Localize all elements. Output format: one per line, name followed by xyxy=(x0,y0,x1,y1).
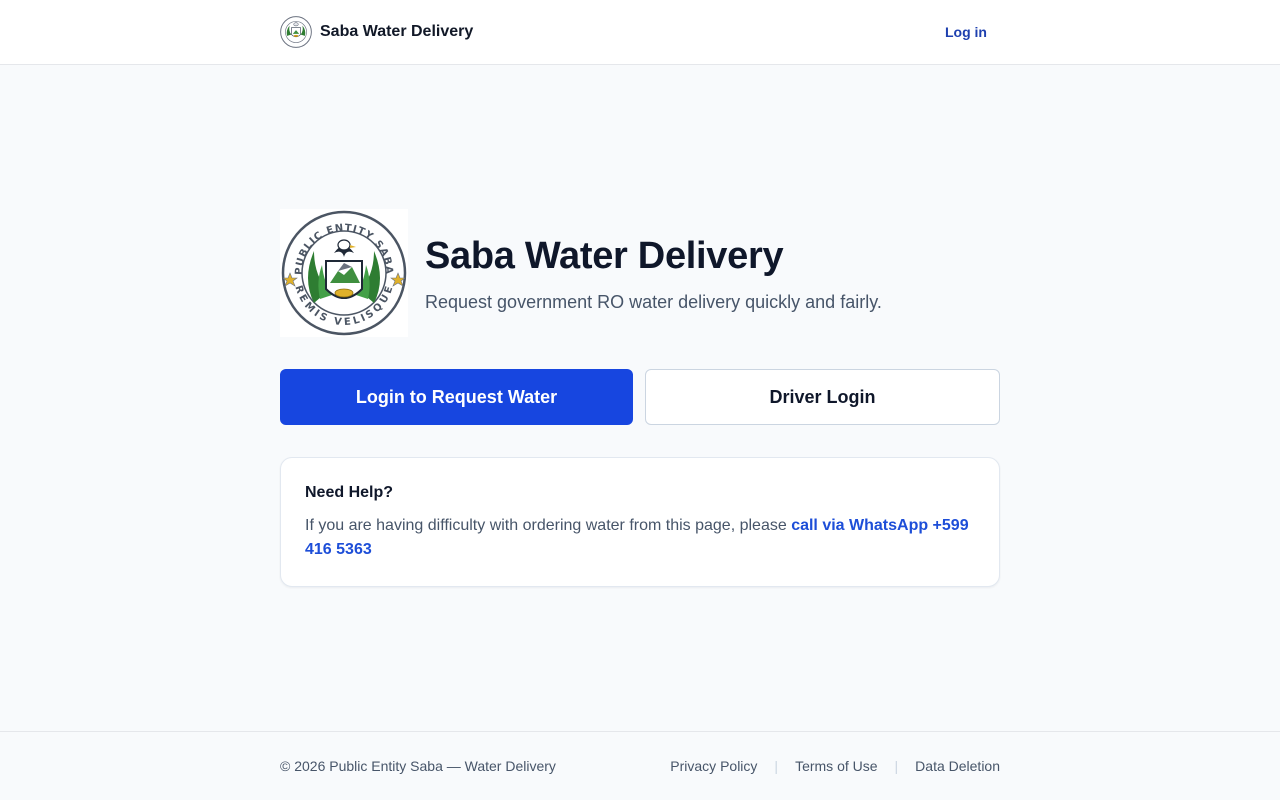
brand-name: Saba Water Delivery xyxy=(320,23,474,40)
saba-seal-logo-icon xyxy=(280,16,312,48)
footer-links: Privacy Policy | Terms of Use | Data Del… xyxy=(670,758,1000,774)
brand[interactable]: Saba Water Delivery xyxy=(280,16,473,48)
footer: © 2026 Public Entity Saba — Water Delive… xyxy=(0,731,1280,800)
hero-text: Saba Water Delivery Request government R… xyxy=(425,234,882,313)
privacy-policy-link[interactable]: Privacy Policy xyxy=(670,758,757,774)
footer-separator: | xyxy=(894,758,899,774)
data-deletion-link[interactable]: Data Deletion xyxy=(915,758,1000,774)
help-body-text: If you are having difficulty with orderi… xyxy=(305,517,792,534)
header-login-link[interactable]: Log in xyxy=(945,24,987,40)
copyright-text: © 2026 Public Entity Saba — Water Delive… xyxy=(280,758,556,774)
footer-separator: | xyxy=(774,758,779,774)
help-title: Need Help? xyxy=(305,484,394,501)
saba-seal-emblem-icon: PUBLIC ENTITY SABA REMIS VELISQUE xyxy=(280,209,408,337)
top-navigation-bar: Saba Water Delivery Log in xyxy=(0,0,1280,65)
top-navigation-inner: Saba Water Delivery Log in xyxy=(280,0,1000,64)
footer-inner: © 2026 Public Entity Saba — Water Delive… xyxy=(280,732,1000,800)
page-subtitle: Request government RO water delivery qui… xyxy=(425,291,882,312)
hero-section: PUBLIC ENTITY SABA REMIS VELISQUE Saba W… xyxy=(280,209,1000,337)
driver-login-button[interactable]: Driver Login xyxy=(645,369,1000,425)
help-body: If you are having difficulty with orderi… xyxy=(305,514,975,562)
page-title: Saba Water Delivery xyxy=(425,234,784,277)
terms-of-use-link[interactable]: Terms of Use xyxy=(795,758,877,774)
login-to-request-water-button[interactable]: Login to Request Water xyxy=(280,369,633,425)
help-card: Need Help? If you are having difficulty … xyxy=(280,457,1000,587)
